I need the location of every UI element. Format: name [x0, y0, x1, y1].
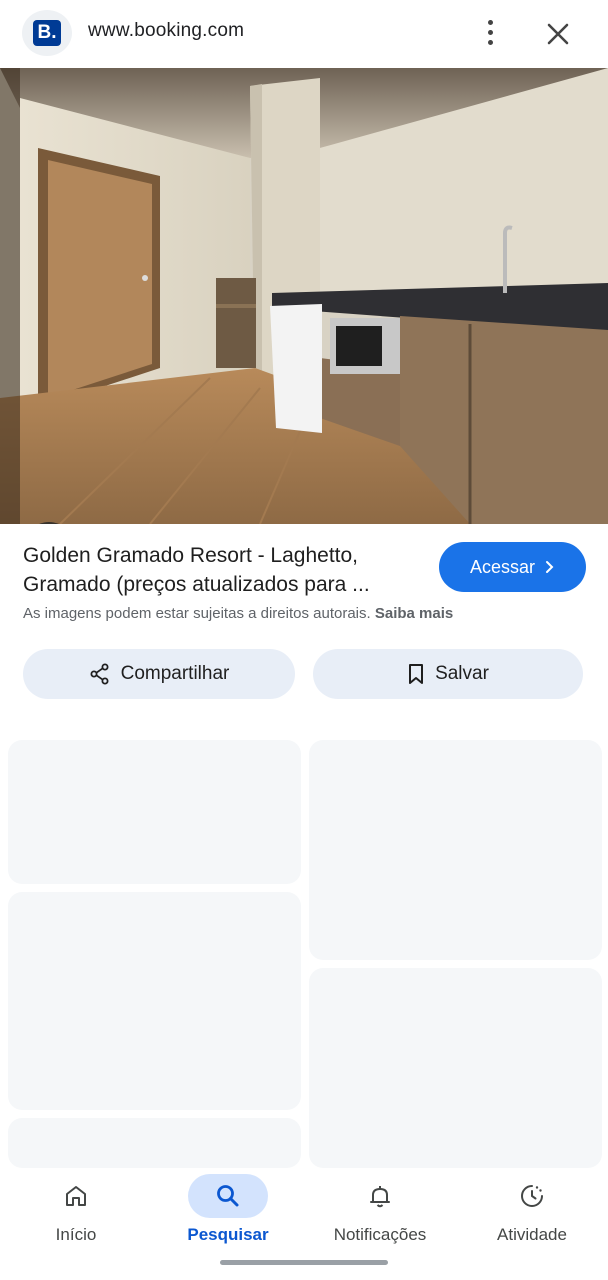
site-url[interactable]: www.booking.com — [88, 20, 244, 42]
kitchenette-room-photo — [0, 68, 608, 524]
share-icon — [90, 663, 109, 685]
access-button-label: Acessar — [469, 556, 536, 577]
nav-label: Início — [55, 1225, 97, 1244]
booking-logo-icon: B. — [33, 20, 61, 46]
result-image[interactable] — [0, 68, 608, 524]
nav-item-search[interactable]: Pesquisar — [152, 1168, 304, 1264]
search-icon — [188, 1174, 268, 1218]
bell-icon — [340, 1174, 420, 1218]
result-title[interactable]: Golden Gramado Resort - Laghetto, Gramad… — [23, 541, 423, 599]
save-label: Salvar — [435, 663, 489, 684]
more-vert-icon[interactable] — [476, 14, 504, 50]
nav-item-notifications[interactable]: Notificações — [304, 1168, 456, 1264]
bookmark-icon — [409, 664, 424, 684]
loading-placeholder — [8, 740, 301, 884]
nav-label: Pesquisar — [187, 1225, 269, 1244]
loading-placeholder — [8, 892, 301, 1110]
share-label: Compartilhar — [120, 663, 230, 684]
share-button[interactable]: Compartilhar — [23, 649, 295, 699]
save-button[interactable]: Salvar — [313, 649, 583, 699]
home-icon — [36, 1174, 116, 1218]
history-icon — [492, 1174, 572, 1218]
chevron-right-icon — [546, 561, 554, 573]
learn-more-link[interactable]: Saiba mais — [375, 605, 453, 622]
nav-item-home[interactable]: Início — [0, 1168, 152, 1264]
access-button[interactable]: Acessar — [439, 542, 586, 592]
copyright-text: As imagens podem estar sujeitas a direit… — [23, 605, 371, 622]
copyright-notice: As imagens podem estar sujeitas a direit… — [23, 605, 453, 622]
loading-placeholder — [8, 1118, 301, 1168]
loading-placeholder — [309, 968, 602, 1168]
nav-label: Atividade — [497, 1225, 567, 1244]
nav-item-activity[interactable]: Atividade — [456, 1168, 608, 1264]
browser-top-bar: B. www.booking.com — [0, 0, 608, 68]
gesture-bar[interactable] — [220, 1260, 388, 1265]
lens-icon[interactable] — [24, 522, 74, 524]
loading-placeholder — [309, 740, 602, 960]
nav-label: Notificações — [333, 1225, 427, 1244]
site-favicon: B. — [22, 10, 72, 56]
close-icon[interactable] — [540, 16, 576, 52]
